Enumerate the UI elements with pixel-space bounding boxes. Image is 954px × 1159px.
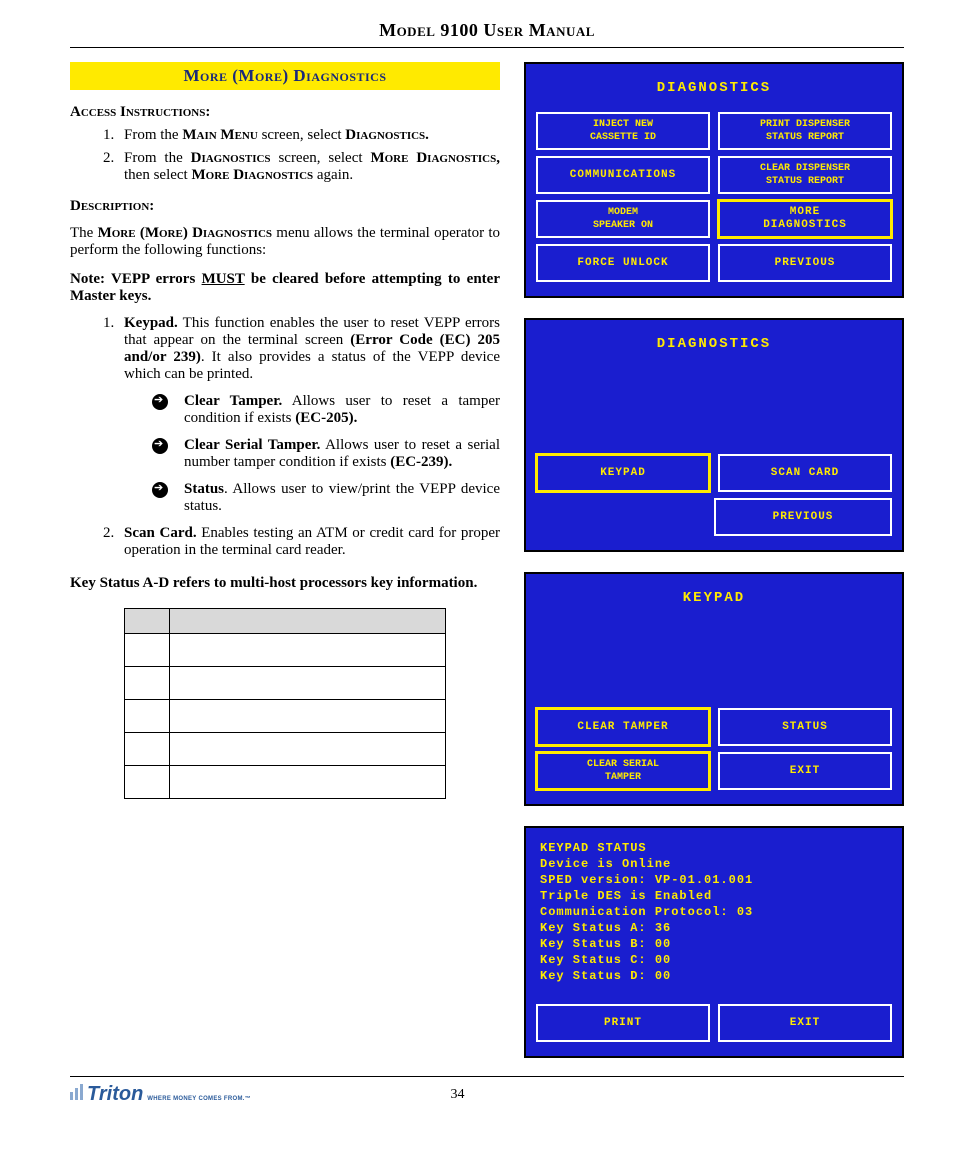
status-line: Key Status B: 00 [540, 936, 892, 952]
menu-ref: More Diagnostics [191, 167, 313, 183]
access-step-1: From the Main Menu screen, select Diagno… [118, 127, 500, 144]
status-line: KEYPAD STATUS [540, 840, 892, 856]
triton-logo: Triton WHERE MONEY COMES FROM.™ [70, 1083, 251, 1106]
text: again. [313, 167, 353, 183]
description-intro: The More (More) Diagnostics menu allows … [70, 225, 500, 259]
screen-title: DIAGNOSTICS [536, 80, 892, 96]
table-cell [169, 634, 446, 667]
logo-tagline: WHERE MONEY COMES FROM.™ [147, 1096, 251, 1102]
screen-diagnostics-1: DIAGNOSTICS INJECT NEWCASSETTE ID PRINT … [524, 62, 904, 298]
more-diagnostics-button[interactable]: MOREDIAGNOSTICS [718, 200, 892, 238]
exit-button[interactable]: EXIT [718, 752, 892, 790]
text: From the [124, 127, 182, 143]
logo-bars-icon [70, 1084, 83, 1100]
menu-ref: More Diagnostics, [370, 150, 500, 166]
logo-text: Triton [87, 1083, 143, 1106]
text-underline: MUST [202, 271, 245, 287]
status-line: Device is Online [540, 856, 892, 872]
func-label: Status [184, 481, 224, 497]
keypad-status-text: KEYPAD STATUS Device is Online SPED vers… [540, 840, 892, 984]
text-bold: (EC-205). [295, 410, 357, 426]
access-heading: Access Instructions: [70, 104, 500, 121]
table-cell [169, 733, 446, 766]
text: screen, select [271, 150, 371, 166]
status-line: Communication Protocol: 03 [540, 904, 892, 920]
left-column: More (More) Diagnostics Access Instructi… [70, 62, 500, 1058]
func-label: Scan Card. [124, 525, 197, 541]
func-clear-serial-tamper: Clear Serial Tamper. Allows user to rese… [152, 437, 500, 471]
status-line: Key Status D: 00 [540, 968, 892, 984]
access-step-2: From the Diagnostics screen, select More… [118, 150, 500, 184]
page-header: Model 9100 User Manual [70, 20, 904, 48]
clear-dispenser-status-button[interactable]: CLEAR DISPENSERSTATUS REPORT [718, 156, 892, 194]
table-cell [124, 766, 169, 799]
screen-title: KEYPAD [536, 590, 892, 606]
key-status-note: Key Status A-D refers to multi-host proc… [70, 575, 500, 592]
table-cell [124, 634, 169, 667]
table-cell [169, 766, 446, 799]
screen-keypad: KEYPAD CLEAR TAMPER STATUS CLEAR SERIALT… [524, 572, 904, 806]
scan-card-button[interactable]: SCAN CARD [718, 454, 892, 492]
status-line: Key Status C: 00 [540, 952, 892, 968]
func-clear-tamper: Clear Tamper. Allows user to reset a tam… [152, 393, 500, 427]
force-unlock-button[interactable]: FORCE UNLOCK [536, 244, 710, 282]
empty-slot [536, 498, 706, 536]
previous-button[interactable]: PREVIOUS [714, 498, 892, 536]
text: From the [124, 150, 191, 166]
status-line: SPED version: VP-01.01.001 [540, 872, 892, 888]
func-label: Clear Serial Tamper. [184, 437, 320, 453]
func-status: Status. Allows user to view/print the VE… [152, 481, 500, 515]
page-footer: Triton WHERE MONEY COMES FROM.™ 34 [70, 1083, 904, 1106]
screen-title: DIAGNOSTICS [536, 336, 892, 352]
text: screen, select [258, 127, 345, 143]
keypad-button[interactable]: KEYPAD [536, 454, 710, 492]
page-number: 34 [451, 1087, 465, 1103]
print-dispenser-status-button[interactable]: PRINT DISPENSERSTATUS REPORT [718, 112, 892, 150]
menu-ref: Main Menu [182, 127, 257, 143]
clear-serial-tamper-button[interactable]: CLEAR SERIALTAMPER [536, 752, 710, 790]
vepp-note: Note: VEPP errors MUST be cleared before… [70, 271, 500, 305]
func-keypad: Keypad. This function enables the user t… [118, 315, 500, 515]
communications-button[interactable]: COMMUNICATIONS [536, 156, 710, 194]
footer-rule [70, 1076, 904, 1077]
section-title: More (More) Diagnostics [70, 62, 500, 90]
text: then select [124, 167, 191, 183]
table-cell [169, 667, 446, 700]
text: . Allows user to view/print the VEPP dev… [184, 481, 500, 514]
exit-button[interactable]: EXIT [718, 1004, 892, 1042]
clear-tamper-button[interactable]: CLEAR TAMPER [536, 708, 710, 746]
table-cell [169, 700, 446, 733]
text-bold: (EC-239). [390, 454, 452, 470]
menu-ref: More (More) Diagnostics [98, 225, 272, 241]
func-label: Clear Tamper. [184, 393, 282, 409]
modem-speaker-toggle[interactable]: MODEMSPEAKER ON [536, 200, 710, 238]
status-line: Triple DES is Enabled [540, 888, 892, 904]
table-header-cell [124, 609, 169, 634]
status-line: Key Status A: 36 [540, 920, 892, 936]
blank-table [124, 608, 447, 799]
text: The [70, 225, 98, 241]
func-scan-card: Scan Card. Enables testing an ATM or cre… [118, 525, 500, 559]
menu-ref: Diagnostics. [345, 127, 429, 143]
previous-button[interactable]: PREVIOUS [718, 244, 892, 282]
function-list: Keypad. This function enables the user t… [70, 315, 500, 559]
table-cell [124, 733, 169, 766]
menu-ref: Diagnostics [191, 150, 271, 166]
func-label: Keypad. [124, 315, 178, 331]
description-heading: Description: [70, 198, 500, 215]
screen-diagnostics-2: DIAGNOSTICS KEYPAD SCAN CARD PREVIOUS [524, 318, 904, 552]
print-button[interactable]: PRINT [536, 1004, 710, 1042]
table-cell [124, 667, 169, 700]
right-column: DIAGNOSTICS INJECT NEWCASSETTE ID PRINT … [524, 62, 904, 1058]
access-instructions: From the Main Menu screen, select Diagno… [70, 127, 500, 184]
inject-new-cassette-id-button[interactable]: INJECT NEWCASSETTE ID [536, 112, 710, 150]
text: Note: VEPP errors [70, 271, 202, 287]
table-cell [124, 700, 169, 733]
status-button[interactable]: STATUS [718, 708, 892, 746]
table-header-cell [169, 609, 446, 634]
screen-keypad-status: KEYPAD STATUS Device is Online SPED vers… [524, 826, 904, 1058]
